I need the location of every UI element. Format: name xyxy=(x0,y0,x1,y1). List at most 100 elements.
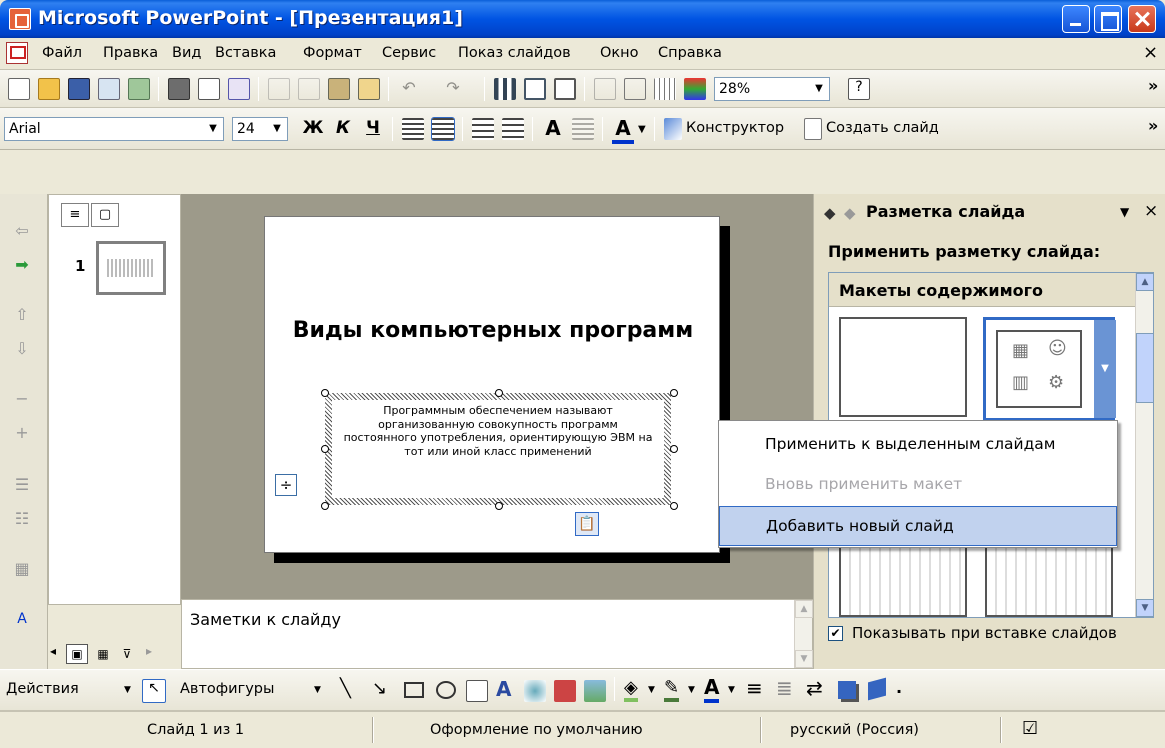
scroll-left-icon[interactable]: ◂ xyxy=(50,644,56,658)
forward-icon[interactable]: ◆ xyxy=(844,204,856,222)
close-button[interactable] xyxy=(1128,5,1156,33)
expand-icon[interactable]: + xyxy=(12,424,32,442)
menu-help[interactable]: Справка xyxy=(658,45,722,61)
fill-color-icon[interactable]: ◈ xyxy=(624,677,638,702)
menu-apply-to-selected[interactable]: Применить к выделенным слайдам xyxy=(719,425,1117,465)
summary-slide-icon[interactable]: ▦ xyxy=(12,560,32,578)
diagram-icon[interactable] xyxy=(524,680,546,702)
scroll-up-icon[interactable]: ▲ xyxy=(795,600,813,618)
print-icon[interactable] xyxy=(168,78,190,100)
scroll-thumb[interactable] xyxy=(1136,333,1154,403)
menu-reapply-layout[interactable]: Вновь применить макет xyxy=(719,465,1117,505)
resize-handle[interactable] xyxy=(670,445,678,453)
insert-chart-icon[interactable] xyxy=(494,78,516,100)
maximize-button[interactable] xyxy=(1094,5,1122,33)
scroll-up-icon[interactable]: ▲ xyxy=(1136,273,1154,291)
spelling-status-icon[interactable]: ☑ xyxy=(1022,718,1038,739)
close-document-button[interactable]: × xyxy=(1143,42,1158,63)
menu-format[interactable]: Формат xyxy=(303,45,362,61)
chevron-down-icon[interactable]: ▼ xyxy=(314,685,321,695)
demote-icon[interactable]: ➡ xyxy=(12,256,32,274)
collapse-icon[interactable]: − xyxy=(12,390,32,408)
expand-all-icon[interactable] xyxy=(594,78,616,100)
actions-menu[interactable]: Действия xyxy=(6,681,79,697)
color-grayscale-icon[interactable] xyxy=(684,78,706,100)
chevron-down-icon[interactable]: ▼ xyxy=(648,685,655,695)
undo-icon[interactable]: ↶ xyxy=(398,78,420,100)
slide-canvas[interactable]: Виды компьютерных программ Программным о… xyxy=(264,216,720,553)
menu-add-new-slide[interactable]: Добавить новый слайд xyxy=(719,506,1117,546)
redo-icon[interactable]: ↷ xyxy=(442,78,464,100)
line-color-icon[interactable]: ✎ xyxy=(664,677,680,702)
resize-handle[interactable] xyxy=(670,502,678,510)
font-color-icon[interactable]: A xyxy=(612,116,634,144)
slide-title[interactable]: Виды компьютерных программ xyxy=(265,315,721,346)
dash-style-icon[interactable]: ≣ xyxy=(776,676,793,700)
underline-button[interactable]: Ч xyxy=(362,118,384,138)
outline-tab[interactable]: ≡ xyxy=(61,203,89,227)
tables-borders-icon[interactable] xyxy=(554,78,576,100)
expand-all-icon[interactable]: ☷ xyxy=(12,510,32,528)
move-down-icon[interactable]: ⇩ xyxy=(12,340,32,358)
oval-icon[interactable] xyxy=(436,681,456,699)
menu-edit[interactable]: Правка xyxy=(103,45,158,61)
wordart-icon[interactable]: A xyxy=(496,677,511,701)
autoshapes-menu[interactable]: Автофигуры xyxy=(180,681,274,697)
numbering-icon[interactable] xyxy=(472,118,494,140)
resize-handle[interactable] xyxy=(495,389,503,397)
font-name-combo[interactable]: Arial ▼ xyxy=(4,117,224,141)
menu-file[interactable]: Файл xyxy=(42,45,82,61)
slide-sorter-view-button[interactable]: ▦ xyxy=(92,644,114,664)
resize-handle[interactable] xyxy=(495,502,503,510)
menu-tools[interactable]: Сервис xyxy=(382,45,436,61)
resize-handle[interactable] xyxy=(321,502,329,510)
align-center-icon[interactable] xyxy=(431,117,455,141)
chevron-down-icon[interactable]: ▼ xyxy=(269,120,285,138)
layout-dropdown-button[interactable]: ▼ xyxy=(1094,320,1116,418)
rectangle-icon[interactable] xyxy=(404,682,424,698)
paste-options-icon[interactable]: 📋 xyxy=(575,512,599,536)
menu-slideshow[interactable]: Показ слайдов xyxy=(458,45,571,61)
scroll-down-icon[interactable]: ▼ xyxy=(1136,599,1154,617)
select-objects-icon[interactable]: ↖ xyxy=(142,679,166,703)
copy-icon[interactable] xyxy=(298,78,320,100)
textbox-icon[interactable] xyxy=(466,680,488,702)
slide-thumbnail[interactable] xyxy=(96,241,166,295)
align-left-icon[interactable] xyxy=(402,118,424,140)
increase-font-icon[interactable]: A xyxy=(542,116,564,140)
resize-handle[interactable] xyxy=(321,445,329,453)
font-color-icon[interactable]: A xyxy=(704,675,720,703)
bold-button[interactable]: Ж xyxy=(302,118,324,138)
permission-icon[interactable] xyxy=(98,78,120,100)
line-style-icon[interactable]: ≡ xyxy=(746,676,763,700)
decrease-indent-icon[interactable] xyxy=(572,118,594,140)
promote-icon[interactable]: ⇦ xyxy=(12,222,32,240)
paste-icon[interactable] xyxy=(328,78,350,100)
show-on-insert-checkbox[interactable]: ✔ xyxy=(828,626,843,641)
menu-view[interactable]: Вид xyxy=(172,45,201,61)
show-formatting-icon[interactable]: A xyxy=(12,610,32,628)
3d-style-icon[interactable] xyxy=(868,677,886,701)
resize-handle[interactable] xyxy=(670,389,678,397)
layout-scrollbar[interactable]: ▲ ▼ xyxy=(1135,273,1154,617)
new-slide-button[interactable]: Создать слайд xyxy=(826,120,939,136)
picture-icon[interactable] xyxy=(584,680,606,702)
layout-blank[interactable] xyxy=(839,317,967,417)
resize-handle[interactable] xyxy=(321,389,329,397)
help-icon[interactable]: ? xyxy=(848,78,870,100)
insert-table-icon[interactable] xyxy=(524,78,546,100)
bullets-icon[interactable] xyxy=(502,118,524,140)
zoom-combo[interactable]: 28% ▼ xyxy=(714,77,830,101)
clipart-icon[interactable] xyxy=(554,680,576,702)
menu-window[interactable]: Окно xyxy=(600,45,639,61)
collapse-all-icon[interactable]: ☰ xyxy=(12,476,32,494)
minimize-button[interactable] xyxy=(1062,5,1090,33)
format-painter-icon[interactable] xyxy=(358,78,380,100)
designer-button[interactable]: Конструктор xyxy=(686,120,784,136)
chevron-down-icon[interactable]: ▼ xyxy=(124,685,131,695)
save-icon[interactable] xyxy=(68,78,90,100)
show-formatting-icon[interactable] xyxy=(624,78,646,100)
toolbar-options-button[interactable]: . xyxy=(896,678,902,697)
scroll-right-icon[interactable]: ▸ xyxy=(146,644,152,658)
menu-insert[interactable]: Вставка xyxy=(215,45,276,61)
